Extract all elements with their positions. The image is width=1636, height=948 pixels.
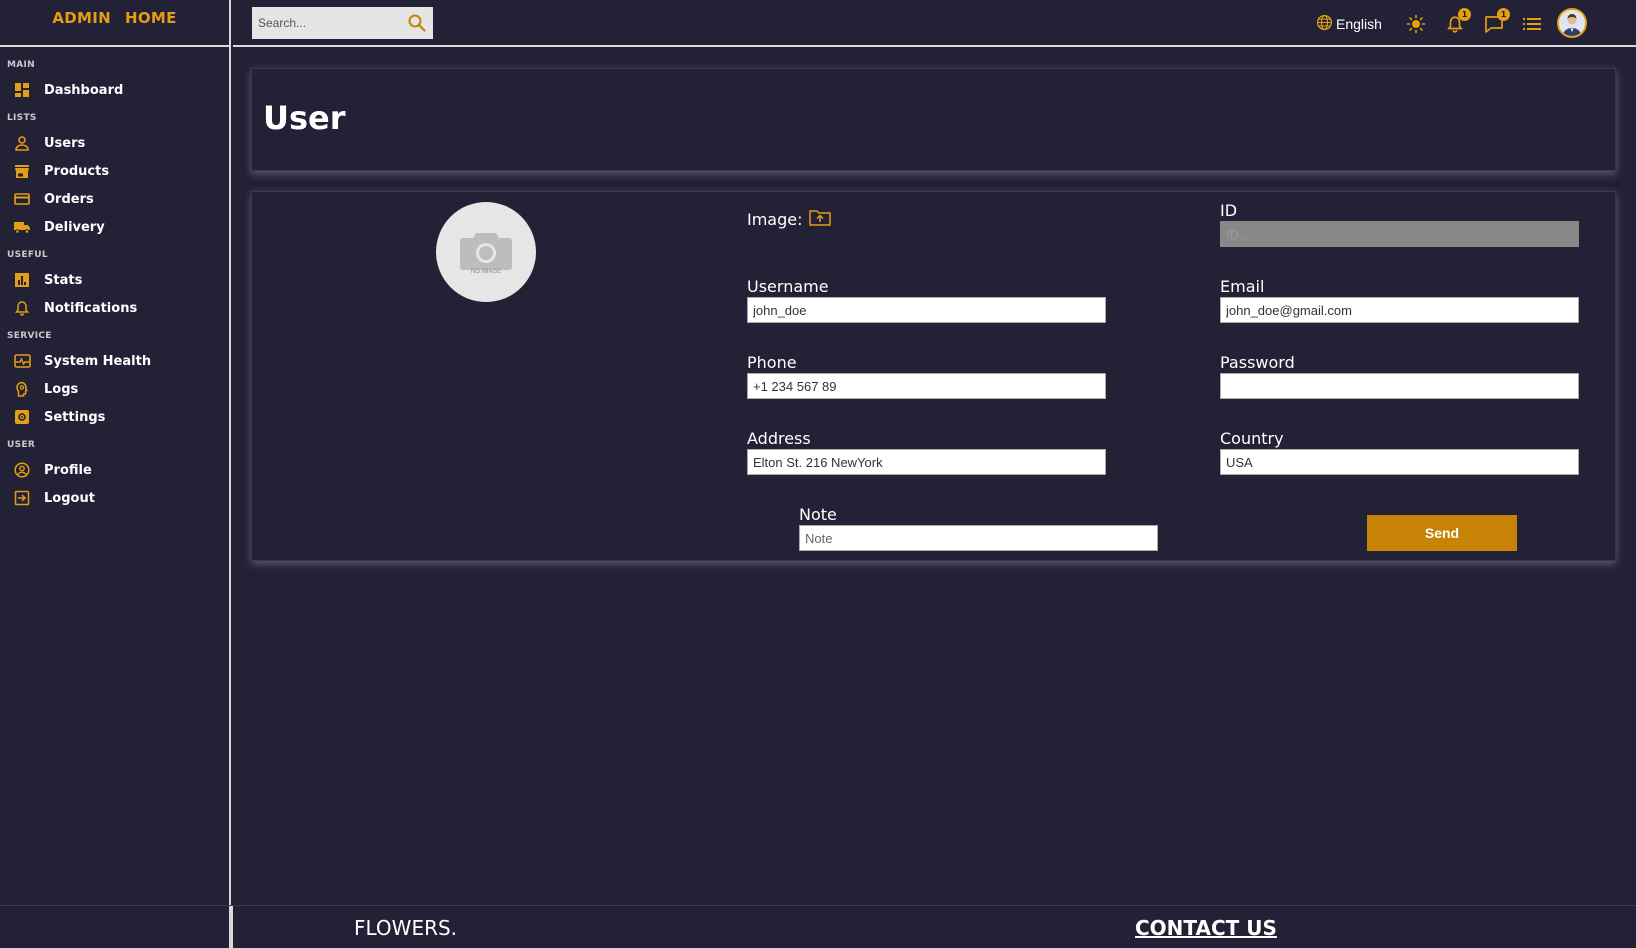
sidebar-item-label: Users — [44, 135, 86, 151]
page-header-card: User — [251, 68, 1616, 171]
password-field: Password — [1220, 354, 1579, 399]
password-label: Password — [1220, 353, 1295, 372]
phone-label: Phone — [747, 353, 797, 372]
account-circle-icon — [13, 461, 31, 479]
sidebar-item-label: System Health — [44, 353, 152, 369]
phone-input[interactable] — [747, 373, 1106, 399]
contact-us-link[interactable]: CONTACT US — [1135, 916, 1277, 940]
sidebar-item-label: Dashboard — [44, 82, 124, 98]
top-bar-actions: English 1 1 — [1316, 0, 1636, 46]
search-input[interactable] — [252, 8, 397, 38]
avatar[interactable] — [1557, 8, 1587, 38]
globe-icon — [1316, 14, 1333, 34]
credit-card-icon — [13, 190, 31, 208]
section-title-service: SERVICE — [7, 331, 52, 341]
footer-brand: FLOWERS. — [354, 916, 458, 940]
username-input[interactable] — [747, 297, 1106, 323]
image-label: Image: — [747, 210, 803, 229]
language-selector[interactable]: English — [1316, 14, 1382, 34]
sidebar-item-notifications[interactable]: Notifications — [7, 294, 229, 322]
truck-icon — [13, 218, 31, 236]
country-input[interactable] — [1220, 449, 1579, 475]
sidebar-item-system-health[interactable]: System Health — [7, 347, 229, 375]
camera-icon — [460, 233, 512, 270]
sidebar-item-profile[interactable]: Profile — [7, 456, 229, 484]
sidebar-item-dashboard[interactable]: Dashboard — [7, 76, 229, 104]
language-label: English — [1336, 16, 1382, 32]
sidebar-item-label: Logout — [44, 490, 95, 506]
sidebar-item-label: Products — [44, 163, 110, 179]
sidebar-item-logout[interactable]: Logout — [7, 484, 229, 512]
sidebar-item-label: Orders — [44, 191, 94, 207]
logo[interactable]: ADMIN HOME — [0, 0, 229, 47]
id-field: ID — [1220, 202, 1579, 247]
username-field: Username — [747, 278, 1106, 323]
logo-admin[interactable]: ADMIN — [52, 9, 111, 45]
sidebar-item-label: Delivery — [44, 219, 105, 235]
sidebar-item-settings[interactable]: Settings — [7, 403, 229, 431]
sidebar-item-stats[interactable]: Stats — [7, 266, 229, 294]
sidebar-item-label: Stats — [44, 272, 83, 288]
user-photo: NO IMAGE — [436, 202, 536, 302]
section-title-useful: USEFUL — [7, 250, 48, 260]
sidebar-item-label: Logs — [44, 381, 79, 397]
list-icon[interactable] — [1521, 13, 1543, 35]
note-input[interactable] — [799, 525, 1158, 551]
id-input — [1220, 221, 1579, 247]
chart-icon — [13, 271, 31, 289]
sidebar-item-label: Settings — [44, 409, 106, 425]
chat-icon[interactable]: 1 — [1483, 8, 1510, 35]
settings-icon — [13, 408, 31, 426]
sidebar-item-products[interactable]: Products — [7, 157, 229, 185]
footer: FLOWERS. CONTACT US — [0, 905, 1636, 948]
country-label: Country — [1220, 429, 1284, 448]
email-input[interactable] — [1220, 297, 1579, 323]
note-label: Note — [799, 505, 837, 524]
user-form-card: NO IMAGE Image: ID Username Email Phone … — [251, 191, 1616, 561]
notifications-badge: 1 — [1458, 8, 1471, 21]
email-label: Email — [1220, 277, 1265, 296]
bell-icon — [13, 299, 31, 317]
send-button[interactable]: Send — [1367, 515, 1517, 551]
password-input[interactable] — [1220, 373, 1579, 399]
section-title-user: USER — [7, 440, 36, 450]
username-label: Username — [747, 277, 829, 296]
sidebar-item-label: Notifications — [44, 300, 138, 316]
sidebar: ADMIN HOME MAIN Dashboard LISTS Users Pr… — [0, 0, 231, 948]
messages-badge: 1 — [1497, 8, 1510, 21]
logout-icon — [13, 489, 31, 507]
address-field: Address — [747, 430, 1106, 475]
page-title: User — [263, 99, 346, 137]
search-icon[interactable] — [407, 13, 427, 37]
note-field: Note — [799, 506, 1158, 551]
user-icon — [13, 134, 31, 152]
sidebar-item-delivery[interactable]: Delivery — [7, 213, 229, 241]
section-title-main: MAIN — [7, 60, 36, 70]
search-box — [252, 7, 433, 39]
email-field: Email — [1220, 278, 1579, 323]
phone-field: Phone — [747, 354, 1106, 399]
footer-divider — [231, 906, 233, 948]
no-image-label: NO IMAGE — [470, 269, 501, 275]
dashboard-icon — [13, 81, 31, 99]
sidebar-menu: MAIN Dashboard LISTS Users Products Orde… — [0, 47, 229, 512]
notifications-bell-icon[interactable]: 1 — [1444, 8, 1471, 35]
id-label: ID — [1220, 201, 1238, 220]
country-field: Country — [1220, 430, 1579, 475]
upload-folder-icon[interactable] — [808, 209, 831, 230]
sidebar-item-label: Profile — [44, 462, 92, 478]
store-icon — [13, 162, 31, 180]
monitor-heart-icon — [13, 352, 31, 370]
sidebar-item-logs[interactable]: Logs — [7, 375, 229, 403]
address-input[interactable] — [747, 449, 1106, 475]
sidebar-item-users[interactable]: Users — [7, 129, 229, 157]
section-title-lists: LISTS — [7, 113, 37, 123]
psychology-icon — [13, 380, 31, 398]
address-label: Address — [747, 429, 811, 448]
logo-home[interactable]: HOME — [125, 9, 177, 45]
theme-toggle-icon[interactable] — [1405, 13, 1427, 35]
top-bar: English 1 1 — [233, 0, 1636, 47]
sidebar-item-orders[interactable]: Orders — [7, 185, 229, 213]
image-upload: Image: — [747, 209, 831, 230]
